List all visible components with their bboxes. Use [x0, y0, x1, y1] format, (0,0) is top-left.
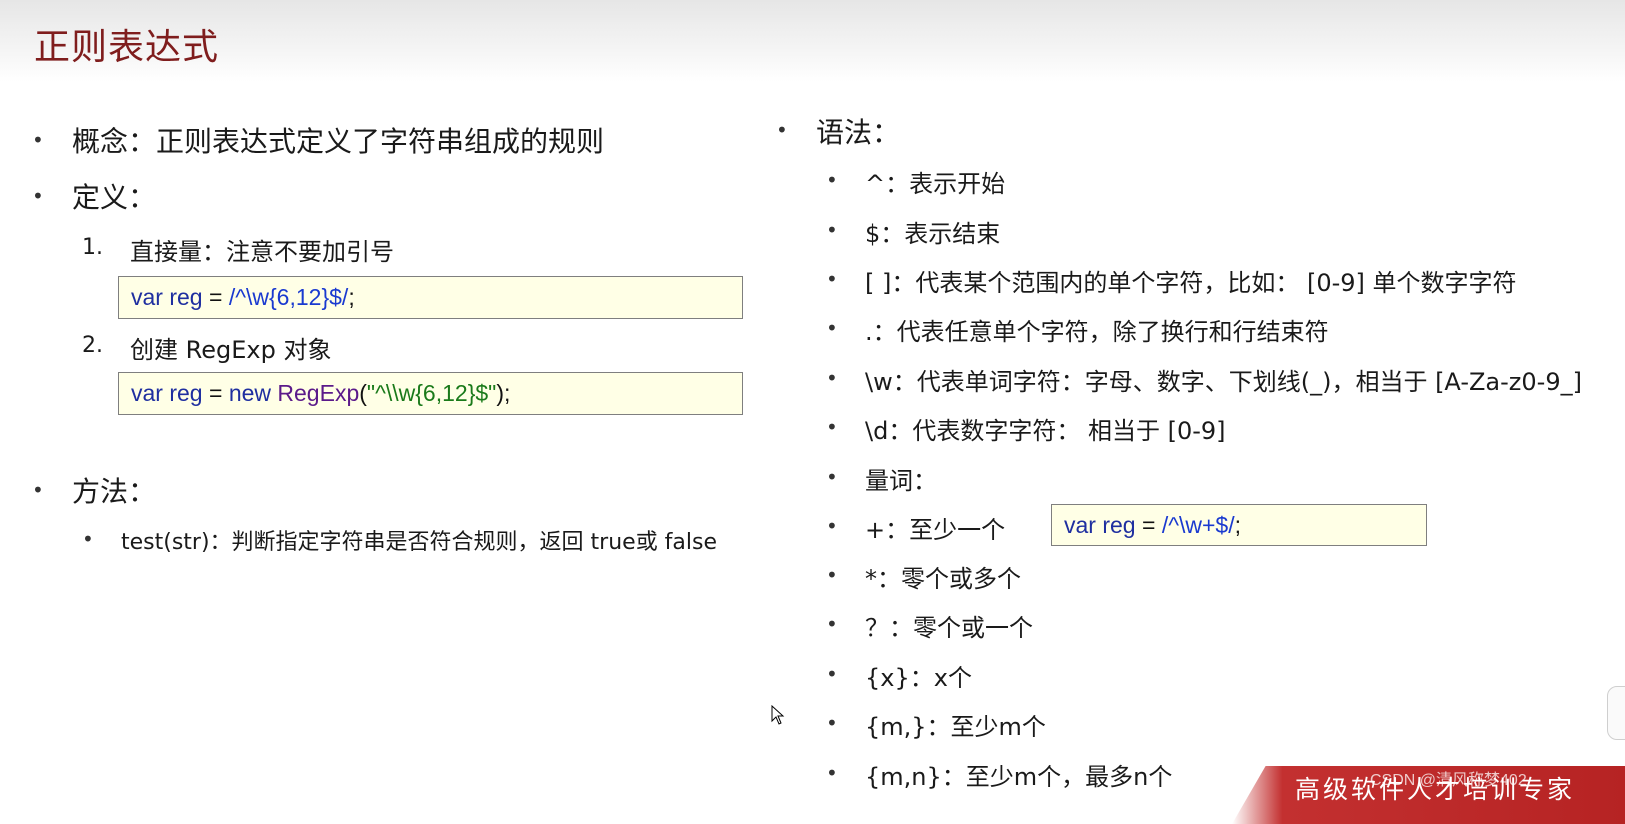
code-constructor: RegExp — [277, 380, 360, 406]
bullet: • — [826, 612, 838, 636]
syntax-item: {x}：x个 — [865, 664, 972, 692]
code-keyword: var — [131, 380, 163, 406]
syntax-item: $：表示结束 — [865, 220, 1001, 248]
syntax-heading: 语法： — [816, 116, 901, 149]
syntax-item: \w：代表单词字符：字母、数字、下划线(_)，相当于 [A-Za-z0-9_] — [865, 368, 1582, 396]
code-terminator: ; — [1234, 511, 1241, 538]
code-keyword: var — [131, 284, 163, 310]
bullet: • — [32, 478, 44, 502]
code-operator: = — [1141, 511, 1162, 538]
syntax-item: *：零个或多个 — [865, 565, 1021, 593]
def-item-label: 创建 RegExp 对象 — [130, 336, 332, 364]
definition-heading: 定义： — [72, 181, 157, 214]
def-item-number: 2. — [82, 333, 103, 358]
code-identifier: reg — [162, 380, 209, 406]
code-terminator: ; — [348, 284, 355, 310]
code-regex: /^\w{6,12}$/ — [228, 284, 349, 310]
code-terminator: ); — [496, 380, 511, 406]
code-new-keyword: new — [228, 380, 278, 406]
bullet: • — [32, 128, 44, 152]
bullet: • — [826, 563, 838, 587]
bullet: • — [82, 527, 94, 551]
bullet: • — [826, 366, 838, 390]
mouse-pointer-icon — [771, 705, 785, 725]
slide-title: 正则表达式 — [34, 27, 220, 68]
concept-line: 概念：正则表达式定义了字符串组成的规则 — [72, 125, 605, 158]
syntax-item: [ ]：代表某个范围内的单个字符，比如： [0-9] 单个数字字符 — [865, 269, 1517, 297]
syntax-item: .：代表任意单个字符，除了换行和行结束符 — [865, 318, 1329, 346]
def-item-number: 1. — [82, 235, 103, 260]
code-block-literal: var reg = /^\w{6,12}$/; — [118, 276, 743, 319]
bullet: • — [826, 761, 838, 785]
csdn-watermark: CSDN @清风称梦402 — [1370, 772, 1527, 789]
code-operator: = — [208, 380, 229, 406]
syntax-item: {m,n}：至少m个，最多n个 — [865, 763, 1173, 791]
bullet: • — [826, 711, 838, 735]
method-item: test(str)：判断指定字符串是否符合规则，返回 true或 false — [121, 530, 718, 555]
syntax-item: 量词： — [865, 467, 937, 495]
def-item-label: 直接量：注意不要加引号 — [130, 238, 394, 266]
code-string: "^\\w{6,12}$" — [366, 380, 497, 406]
bullet: • — [826, 218, 838, 242]
bullet: • — [32, 184, 44, 208]
code-paren: ( — [359, 380, 367, 406]
syntax-item: {m,}：至少m个 — [865, 713, 1046, 741]
syntax-item: \d：代表数字字符： 相当于 [0-9] — [865, 417, 1226, 445]
syntax-item: ^：表示开始 — [865, 170, 1006, 198]
methods-heading: 方法： — [72, 475, 157, 508]
bullet: • — [826, 415, 838, 439]
slide: 正则表达式 • 概念：正则表达式定义了字符串组成的规则 • 定义： 1. 直接量… — [0, 0, 1625, 824]
syntax-item: ？：零个或一个 — [865, 614, 1033, 642]
code-identifier: reg — [162, 284, 209, 310]
bullet: • — [826, 465, 838, 489]
code-regex: /^\w+$/ — [1161, 511, 1235, 538]
code-block-quantifier: var reg = /^\w+$/; — [1051, 504, 1427, 546]
bullet: • — [776, 118, 788, 142]
title-bar — [0, 0, 1625, 82]
code-identifier: reg — [1095, 511, 1142, 538]
bullet: • — [826, 514, 838, 538]
bullet: • — [826, 168, 838, 192]
bullet: • — [826, 267, 838, 291]
side-panel-handle[interactable] — [1607, 686, 1625, 740]
code-block-regexp: var reg = new RegExp("^\\w{6,12}$"); — [118, 372, 743, 415]
bullet: • — [826, 316, 838, 340]
code-operator: = — [208, 284, 229, 310]
bullet: • — [826, 662, 838, 686]
syntax-item: +：至少一个 — [865, 516, 1006, 544]
code-keyword: var — [1064, 511, 1096, 538]
